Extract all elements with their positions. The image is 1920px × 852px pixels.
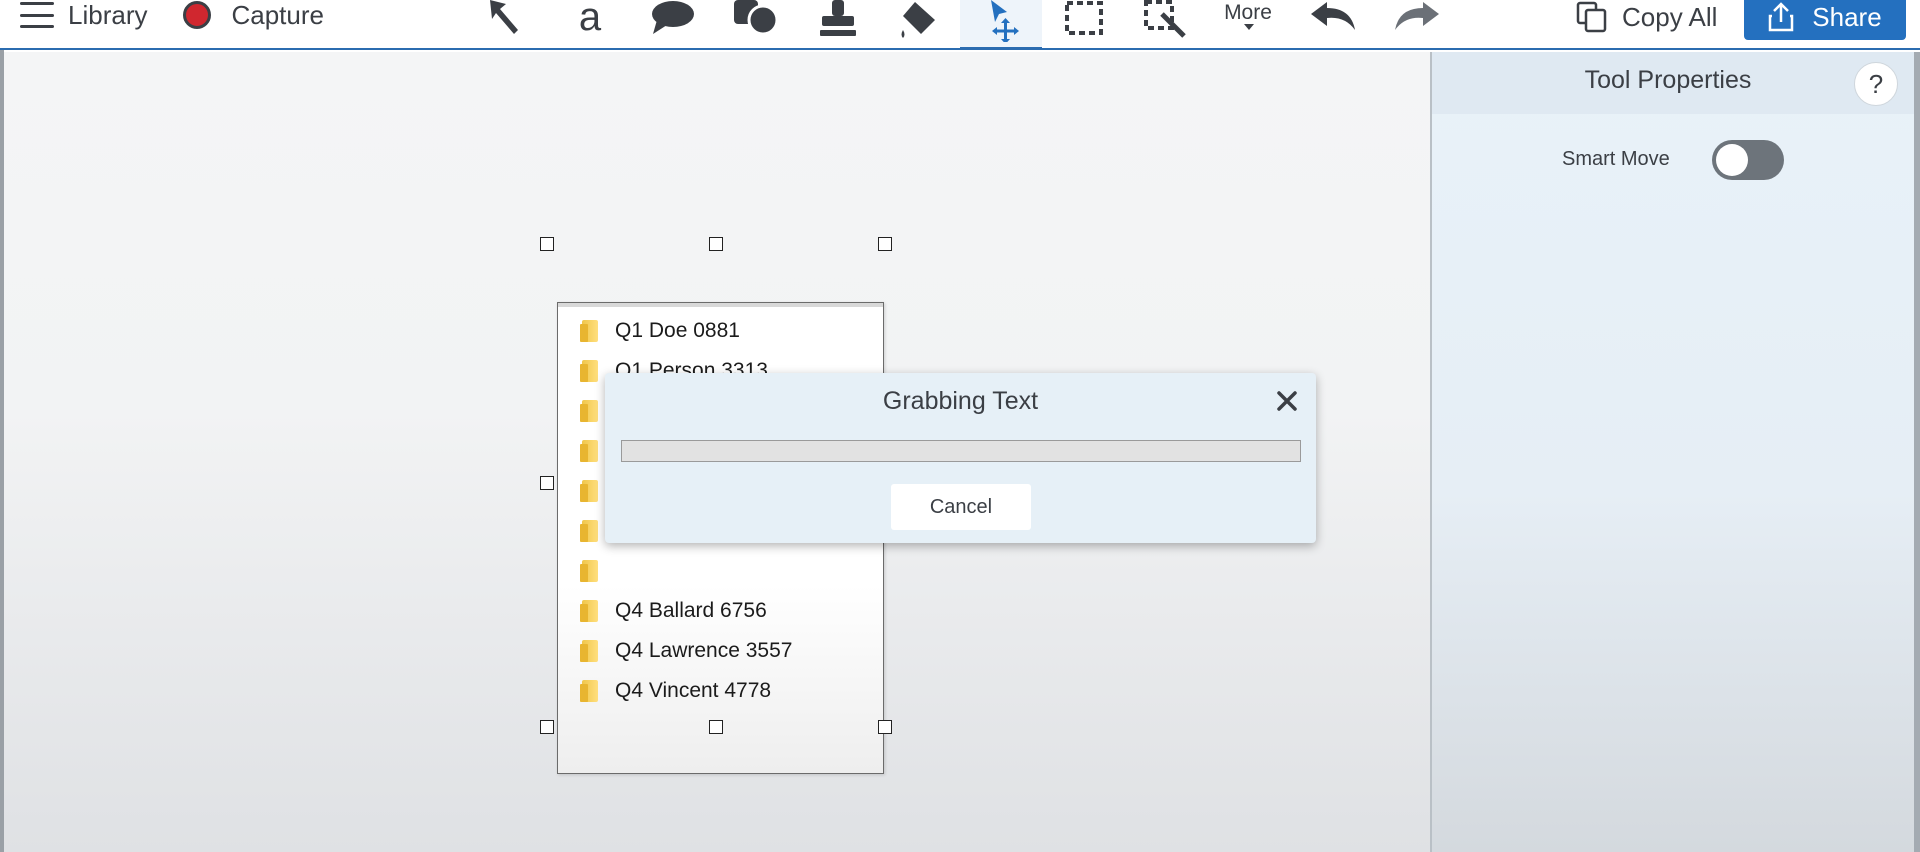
toggle-knob	[1716, 144, 1748, 176]
library-button[interactable]: Library	[20, 0, 147, 31]
more-label: More	[1224, 1, 1272, 24]
hamburger-menu-icon	[20, 2, 54, 28]
grabbing-text-dialog: Grabbing Text Cancel	[605, 373, 1316, 543]
text-tool-button[interactable]: a	[560, 0, 620, 50]
undo-button[interactable]	[1304, 0, 1364, 50]
shape-tool-button[interactable]	[726, 0, 786, 50]
copy-all-button[interactable]: Copy All	[1576, 0, 1717, 34]
resize-handle-middle-left[interactable]	[540, 476, 554, 490]
file-name: Q4 Vincent 4778	[615, 679, 772, 702]
copy-all-label: Copy All	[1622, 1, 1718, 32]
help-button[interactable]: ?	[1854, 62, 1898, 106]
file-name: Q4 Lawrence 3557	[615, 639, 793, 662]
redo-icon	[1395, 2, 1439, 30]
file-list-item[interactable]	[580, 551, 615, 591]
selection-tool-icon	[1065, 1, 1103, 35]
panel-title: Tool Properties	[1584, 66, 1752, 94]
resize-handle-bottom-left[interactable]	[540, 720, 554, 734]
close-icon	[1277, 391, 1297, 411]
capture-label: Capture	[231, 0, 324, 30]
move-tool-icon	[991, 0, 1019, 42]
folder-icon	[580, 520, 598, 542]
folder-icon	[580, 440, 598, 462]
fill-tool-button[interactable]	[890, 0, 950, 50]
callout-tool-button[interactable]	[642, 0, 702, 50]
resize-handle-top-middle[interactable]	[709, 237, 723, 251]
more-caret-icon	[1244, 24, 1254, 30]
folder-icon	[580, 560, 598, 582]
resize-handle-bottom-middle[interactable]	[709, 720, 723, 734]
folder-icon	[580, 400, 598, 422]
shape-tool-icon	[734, 0, 779, 36]
magic-wand-tool-icon	[1144, 0, 1186, 38]
file-list-item[interactable]: Q4 Vincent 4778	[580, 671, 772, 711]
folder-icon	[580, 640, 598, 662]
share-icon	[1769, 2, 1794, 32]
progress-bar	[621, 440, 1301, 462]
svg-text:a: a	[579, 0, 602, 36]
stamp-tool-button[interactable]	[808, 0, 868, 50]
selection-tool-button[interactable]	[1054, 0, 1114, 50]
panel-header: Tool Properties ?	[1432, 52, 1920, 114]
fill-bucket-tool-icon	[901, 2, 935, 38]
dialog-close-button[interactable]	[1273, 387, 1301, 415]
more-tools-button[interactable]: More	[1218, 0, 1278, 50]
redo-button[interactable]	[1386, 0, 1446, 50]
top-toolbar: Library Capture a More Copy All Share	[0, 0, 1920, 50]
share-button[interactable]: Share	[1744, 0, 1906, 40]
capture-button[interactable]: Capture	[147, 0, 324, 31]
smart-move-toggle[interactable]	[1712, 140, 1784, 180]
smart-move-label: Smart Move	[1562, 148, 1670, 170]
undo-icon	[1311, 2, 1355, 30]
callout-tool-icon	[652, 1, 694, 34]
resize-handle-top-left[interactable]	[540, 237, 554, 251]
cancel-button[interactable]: Cancel	[891, 484, 1031, 530]
record-dot-icon	[183, 1, 212, 29]
magic-wand-tool-button[interactable]	[1136, 0, 1196, 50]
file-name: Q1 Doe 0881	[615, 319, 740, 342]
move-tool-button[interactable]	[960, 0, 1042, 50]
text-tool-icon: a	[579, 0, 602, 36]
tool-properties-panel: Tool Properties ? Smart Move	[1430, 52, 1920, 852]
file-list-item[interactable]: Q4 Ballard 6756	[580, 591, 767, 631]
folder-icon	[580, 320, 598, 342]
file-name: Q4 Ballard 6756	[615, 599, 767, 622]
resize-handle-bottom-right[interactable]	[878, 720, 892, 734]
folder-icon	[580, 680, 598, 702]
dialog-title: Grabbing Text	[882, 387, 1039, 415]
capture-top-strip	[558, 303, 883, 307]
file-list-item[interactable]: Q1 Doe 0881	[580, 311, 740, 351]
arrow-tool-icon	[490, 0, 518, 34]
share-label: Share	[1812, 1, 1882, 32]
folder-icon	[580, 600, 598, 622]
arrow-tool-button[interactable]	[476, 0, 536, 50]
folder-icon	[580, 360, 598, 382]
folder-icon	[580, 480, 598, 502]
resize-handle-top-right[interactable]	[878, 237, 892, 251]
copy-icon	[1576, 1, 1607, 33]
toolbar-left-group: Library Capture	[20, 0, 324, 30]
library-label: Library	[68, 0, 148, 30]
stamp-tool-icon	[820, 0, 856, 36]
file-list-item[interactable]: Q4 Lawrence 3557	[580, 631, 793, 671]
window-right-edge	[1914, 52, 1920, 852]
